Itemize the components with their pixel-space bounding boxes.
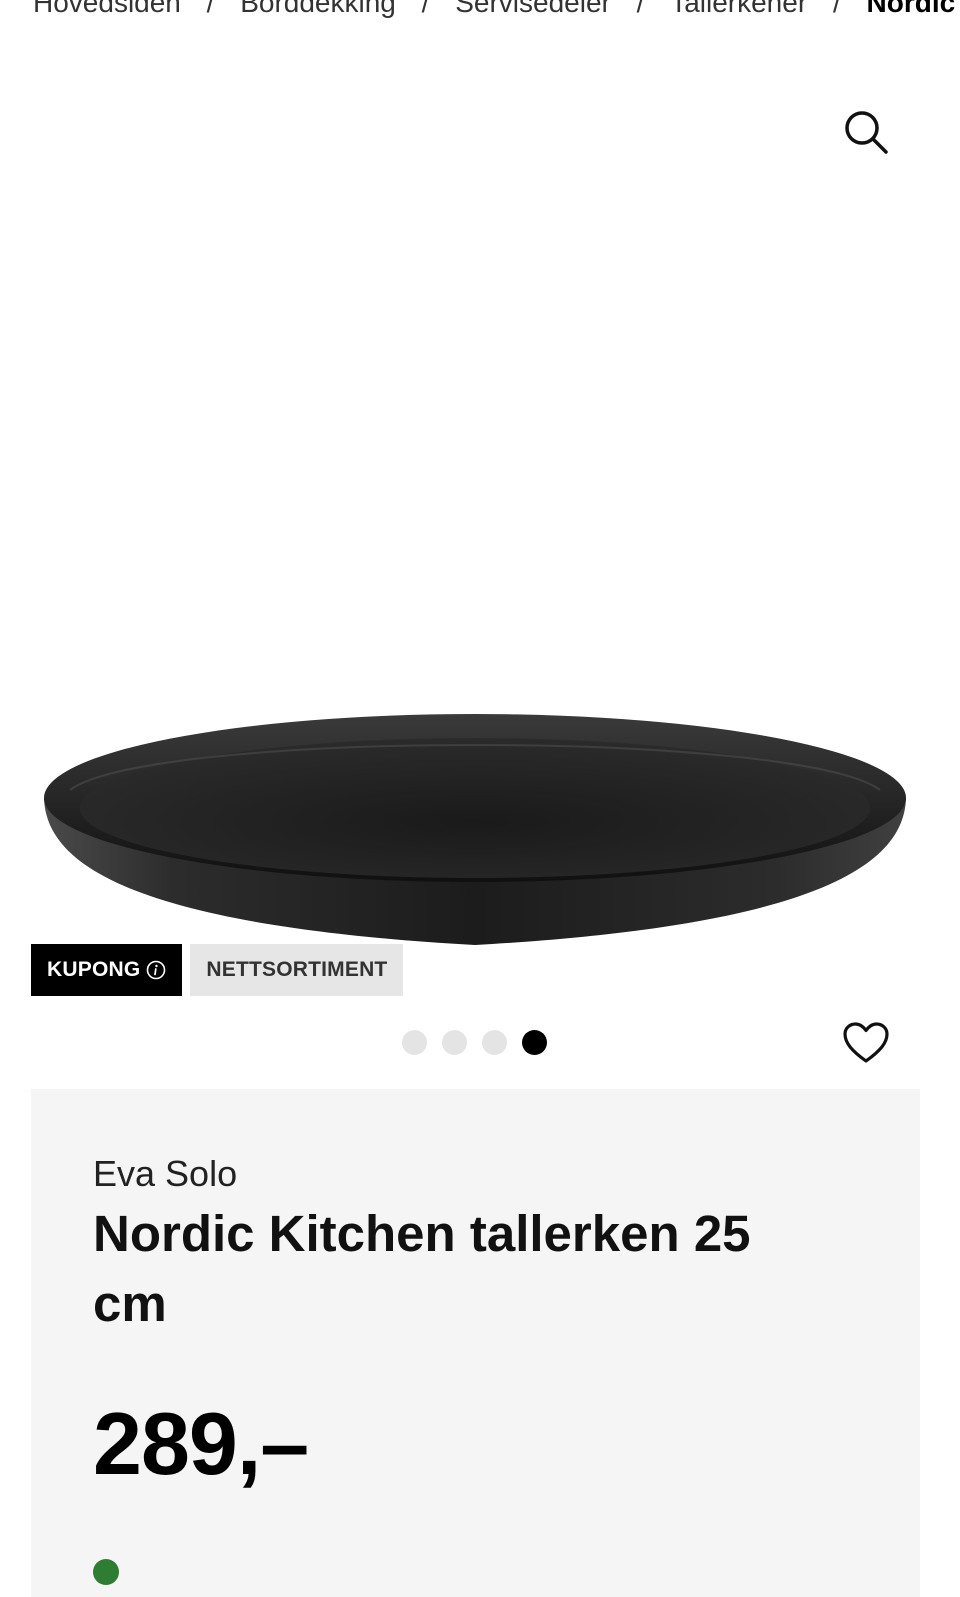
- breadcrumb-item-home[interactable]: Hovedsiden: [33, 0, 181, 20]
- favorite-button[interactable]: [838, 1016, 894, 1070]
- plate-illustration: [44, 714, 906, 945]
- search-icon: [845, 111, 888, 154]
- carousel-dots: [402, 1030, 547, 1055]
- breadcrumb-separator: /: [636, 0, 645, 18]
- breadcrumb-separator: /: [206, 0, 215, 18]
- net-assortment-badge: NETTSORTIMENT: [190, 944, 404, 996]
- breadcrumb-separator: /: [832, 0, 841, 18]
- carousel-dot-active[interactable]: [522, 1030, 547, 1055]
- carousel-dot[interactable]: [402, 1030, 427, 1055]
- info-icon: [146, 960, 166, 980]
- heart-outline-icon: [843, 1022, 889, 1063]
- breadcrumb-item-tallerkener[interactable]: Tallerkener: [670, 0, 807, 20]
- zoom-button[interactable]: [838, 104, 894, 160]
- carousel-dot[interactable]: [442, 1030, 467, 1055]
- coupon-badge[interactable]: KUPONG: [31, 944, 183, 996]
- coupon-label: KUPONG: [47, 958, 141, 981]
- breadcrumb-item-borddekking[interactable]: Borddekking: [240, 0, 396, 20]
- brand-link[interactable]: Eva Solo: [93, 1151, 237, 1197]
- breadcrumb-separator: /: [421, 0, 430, 18]
- product-info-panel: Eva Solo Nordic Kitchen tallerken 25 cm …: [31, 1089, 920, 1597]
- product-image[interactable]: [30, 690, 920, 970]
- breadcrumb-item-servisedeler[interactable]: Servisedeler: [455, 0, 611, 20]
- net-assortment-label: NETTSORTIMENT: [206, 958, 388, 981]
- breadcrumb-current: Nordic Kitchen tallerken 25 cm: [866, 0, 960, 18]
- carousel-dot[interactable]: [482, 1030, 507, 1055]
- breadcrumb: Hovedsiden / Borddekking / Servisedeler …: [33, 0, 960, 26]
- product-price: 289,–: [93, 1394, 309, 1493]
- stock-status-indicator: [93, 1559, 119, 1585]
- product-title: Nordic Kitchen tallerken 25 cm: [93, 1205, 751, 1332]
- product-badges: KUPONG NETTSORTIMENT: [31, 944, 404, 996]
